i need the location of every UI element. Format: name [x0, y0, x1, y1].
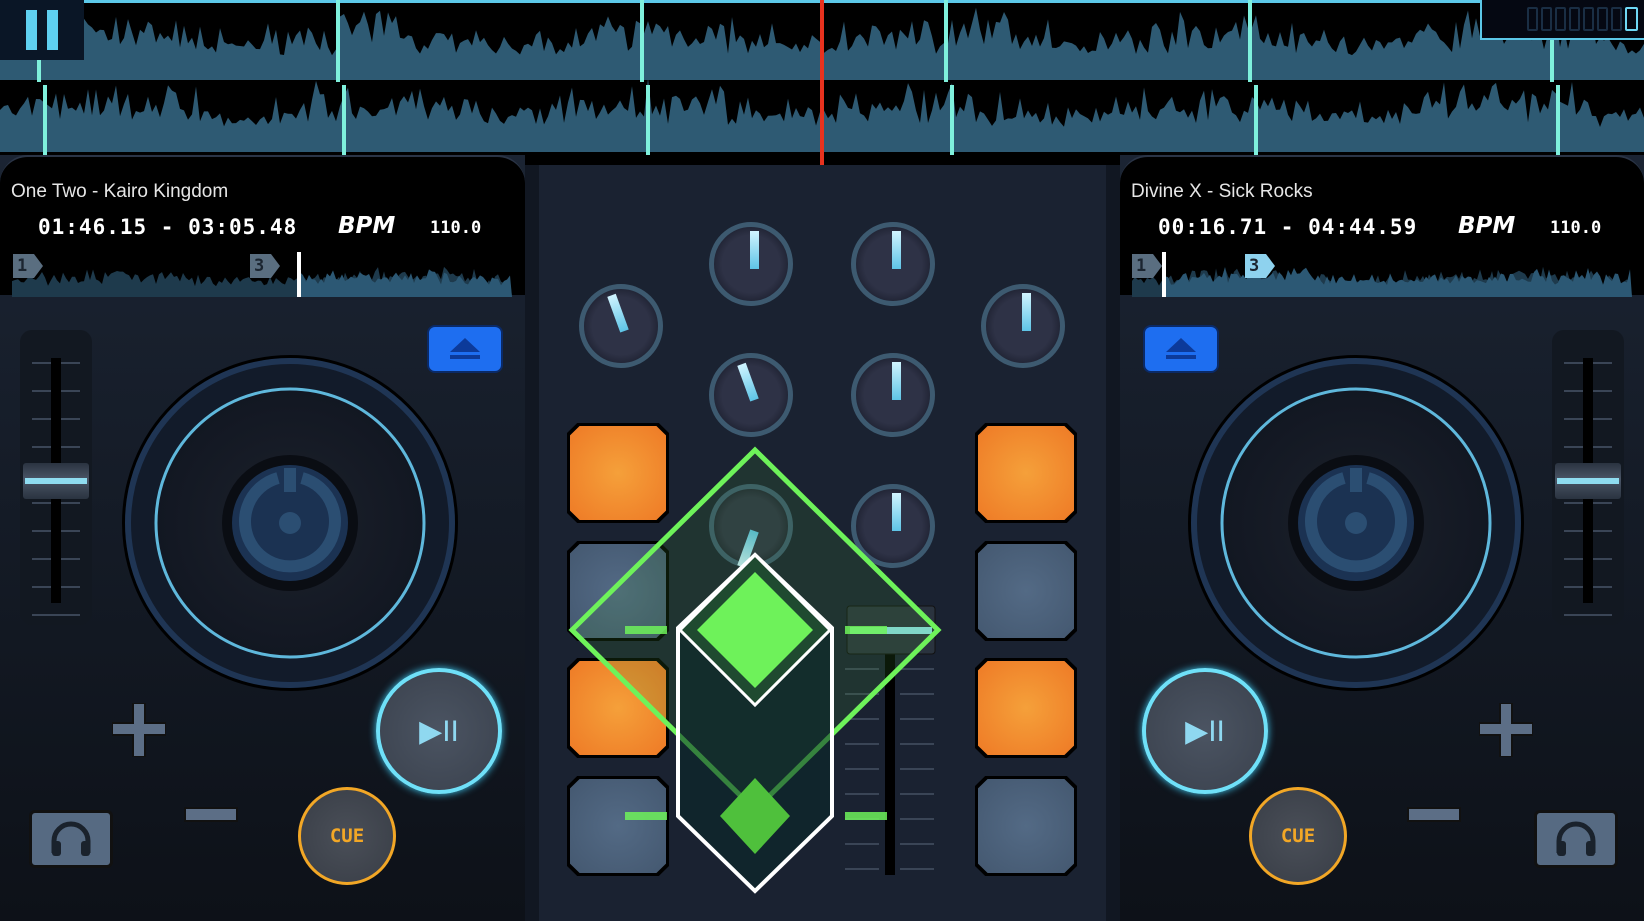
pitch-fader-handle[interactable] — [1555, 462, 1621, 499]
deck-info-header: Divine X - Sick Rocks 00:16.71 - 04:44.5… — [1120, 155, 1644, 297]
position-marker — [297, 252, 301, 297]
eject-icon — [1166, 338, 1196, 359]
pitch-plus-button[interactable] — [1479, 703, 1533, 757]
beat-marker — [43, 85, 47, 155]
waveform-remaining — [1162, 267, 1632, 297]
eject-button[interactable] — [1143, 325, 1219, 373]
beat-marker — [646, 85, 650, 155]
eject-icon — [450, 338, 480, 359]
knob-indicator — [607, 293, 629, 333]
cue-button[interactable]: CUE — [298, 787, 396, 885]
eq-knob[interactable] — [579, 284, 663, 368]
position-marker — [1162, 252, 1166, 297]
counter-display: 0 — [1480, 0, 1644, 40]
knob-indicator — [750, 231, 759, 269]
eject-button[interactable] — [427, 325, 503, 373]
pause-icon — [47, 10, 58, 50]
counter-digit: 0 — [1625, 7, 1638, 31]
deck-info-header: One Two - Kairo Kingdom 01:46.15 - 03:05… — [0, 155, 525, 297]
knob-indicator — [737, 362, 759, 402]
sample-pad-gray[interactable] — [567, 776, 669, 876]
headphones-cue-button[interactable] — [29, 810, 113, 868]
right-deck: Divine X - Sick Rocks 00:16.71 - 04:44.5… — [1120, 155, 1644, 921]
headphones-cue-button[interactable] — [1534, 810, 1618, 868]
beat-marker — [1248, 0, 1252, 82]
sample-pad-orange[interactable] — [975, 423, 1077, 523]
sample-pad-gray[interactable] — [975, 776, 1077, 876]
pause-icon — [26, 10, 37, 50]
pitch-fader[interactable] — [1552, 330, 1624, 625]
beat-marker — [336, 0, 340, 82]
sample-pad-orange[interactable] — [567, 423, 669, 523]
sample-pad-gray[interactable] — [975, 541, 1077, 641]
track-title: Divine X - Sick Rocks — [1131, 181, 1313, 202]
knob-indicator — [892, 231, 901, 269]
eq-knob[interactable] — [851, 222, 935, 306]
beat-marker — [1556, 85, 1560, 155]
pitch-fader-handle[interactable] — [23, 462, 89, 499]
playhead — [820, 0, 824, 165]
track-waveform[interactable] — [1132, 252, 1632, 297]
knob-indicator — [892, 493, 901, 531]
cue-label: CUE — [1280, 825, 1316, 847]
eq-knob[interactable] — [709, 222, 793, 306]
eq-knob[interactable] — [709, 353, 793, 437]
knob-indicator — [1022, 293, 1031, 331]
pause-button[interactable] — [0, 0, 84, 60]
play-pause-icon: ▶II — [419, 714, 459, 748]
beat-marker — [950, 85, 954, 155]
jog-wheel[interactable] — [122, 355, 458, 691]
waveform-display — [0, 0, 1644, 165]
beat-marker — [342, 85, 346, 155]
sample-pad-gray[interactable] — [567, 541, 669, 641]
track-time: 01:46.15 - 03:05.48 — [38, 215, 298, 239]
jog-wheel[interactable] — [1188, 355, 1524, 691]
beat-marker — [640, 0, 644, 82]
bpm-label: BPM — [338, 213, 396, 239]
vinyl-icon — [125, 358, 455, 688]
eq-knob[interactable] — [851, 484, 935, 568]
overview-waveform[interactable] — [0, 0, 1644, 165]
pitch-minus-button[interactable] — [184, 807, 238, 823]
knob-indicator — [737, 529, 759, 569]
track-time: 00:16.71 - 04:44.59 — [1158, 215, 1418, 239]
eq-knob[interactable] — [981, 284, 1065, 368]
pitch-plus-button[interactable] — [112, 703, 166, 757]
track-title: One Two - Kairo Kingdom — [11, 181, 229, 202]
bpm-label: BPM — [1458, 213, 1516, 239]
beat-marker — [944, 0, 948, 82]
play-pause-button[interactable]: ▶II — [376, 668, 502, 794]
sample-pad-orange[interactable] — [975, 658, 1077, 758]
bpm-value: 110.0 — [1550, 218, 1602, 238]
play-pause-button[interactable]: ▶II — [1142, 668, 1268, 794]
beat-marker — [1254, 85, 1258, 155]
pitch-fader[interactable] — [20, 330, 92, 625]
headphones-icon — [1556, 821, 1596, 856]
sample-pad-orange[interactable] — [567, 658, 669, 758]
pitch-minus-button[interactable] — [1407, 807, 1461, 823]
left-deck: One Two - Kairo Kingdom 01:46.15 - 03:05… — [0, 155, 525, 921]
eq-knob[interactable] — [851, 353, 935, 437]
cue-label: CUE — [329, 825, 365, 847]
headphones-icon — [51, 821, 91, 856]
bpm-value: 110.0 — [430, 218, 482, 238]
eq-knob[interactable] — [709, 484, 793, 569]
cue-button[interactable]: CUE — [1249, 787, 1347, 885]
vinyl-icon — [1191, 358, 1521, 688]
knob-indicator — [892, 362, 901, 400]
play-pause-icon: ▶II — [1185, 714, 1225, 748]
